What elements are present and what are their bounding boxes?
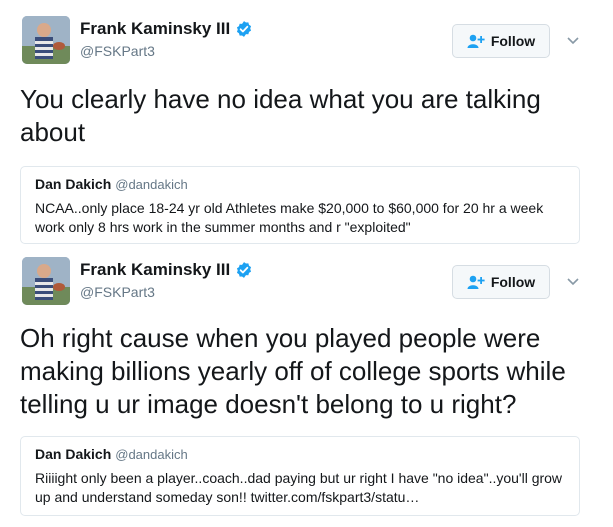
quoted-tweet[interactable]: Dan Dakich @dandakich NCAA..only place 18… bbox=[20, 166, 580, 244]
verified-badge-icon bbox=[237, 262, 252, 278]
quoted-text: NCAA..only place 18-24 yr old Athletes m… bbox=[35, 200, 544, 235]
avatar[interactable] bbox=[22, 257, 70, 305]
follow-button[interactable]: Follow bbox=[452, 24, 550, 58]
add-person-icon bbox=[467, 275, 485, 289]
author-handle[interactable]: @FSKPart3 bbox=[80, 284, 155, 300]
author-name-row[interactable]: Frank Kaminsky III bbox=[80, 19, 253, 39]
quoted-author-handle: @dandakich bbox=[115, 447, 188, 462]
author-handle[interactable]: @FSKPart3 bbox=[80, 43, 155, 59]
quoted-tweet[interactable]: Dan Dakich @dandakich Riiiight only been … bbox=[20, 436, 580, 516]
follow-button[interactable]: Follow bbox=[452, 265, 550, 299]
chevron-down-icon[interactable] bbox=[566, 277, 580, 287]
tweet-text: Oh right cause when you played people we… bbox=[20, 323, 566, 419]
quoted-author-name: Dan Dakich bbox=[35, 176, 112, 192]
tweet-1: Frank Kaminsky III @FSKPart3 Follow You … bbox=[0, 0, 613, 250]
quoted-author-handle: @dandakich bbox=[115, 177, 188, 192]
quoted-author-name: Dan Dakich bbox=[35, 446, 112, 462]
author-name-row[interactable]: Frank Kaminsky III bbox=[80, 260, 253, 280]
tweet-2: Frank Kaminsky III @FSKPart3 Follow Oh r… bbox=[0, 250, 613, 527]
tweet-text: You clearly have no idea what you are ta… bbox=[20, 84, 541, 147]
author-display-name[interactable]: Frank Kaminsky III bbox=[80, 19, 230, 39]
author-display-name[interactable]: Frank Kaminsky III bbox=[80, 260, 230, 280]
verified-badge-icon bbox=[237, 21, 252, 37]
quoted-text: Riiiight only been a player..coach..dad … bbox=[35, 470, 563, 505]
add-person-icon bbox=[467, 34, 485, 48]
follow-label: Follow bbox=[490, 274, 536, 290]
chevron-down-icon[interactable] bbox=[566, 36, 580, 46]
avatar[interactable] bbox=[22, 16, 70, 64]
follow-label: Follow bbox=[490, 33, 536, 49]
